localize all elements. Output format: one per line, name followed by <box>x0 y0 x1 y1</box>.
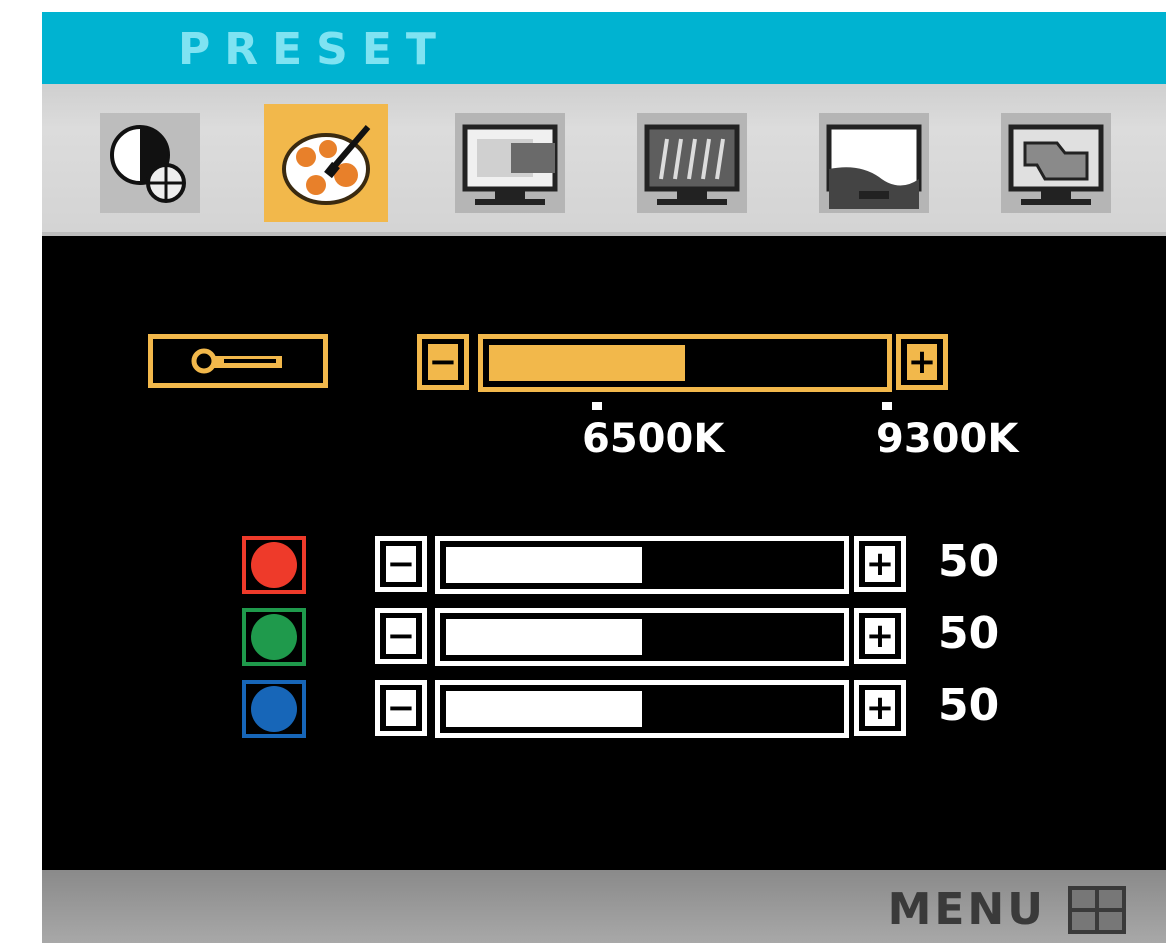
page-title: PRESET <box>178 24 450 75</box>
red-slider-fill <box>446 547 642 583</box>
key-icon <box>191 348 282 374</box>
green-increase-button[interactable]: + <box>854 608 906 664</box>
color-temp-decrease-button[interactable]: − <box>417 334 469 390</box>
menu-button-icon[interactable] <box>1068 886 1126 934</box>
tab-tracking[interactable] <box>630 104 754 222</box>
tab-bar <box>42 84 1166 236</box>
red-dot-icon <box>251 542 297 588</box>
red-swatch <box>242 536 306 594</box>
color-temp-label <box>148 334 328 388</box>
color-palette-icon <box>282 125 371 205</box>
color-temp-slider[interactable] <box>478 334 892 392</box>
red-value: 50 <box>938 536 1000 587</box>
green-dot-icon <box>251 614 297 660</box>
monitor-position-icon <box>455 113 565 213</box>
menu-label: MENU <box>887 884 1046 935</box>
green-slider-fill <box>446 619 642 655</box>
blue-slider[interactable] <box>435 680 849 738</box>
red-decrease-button[interactable]: − <box>375 536 427 592</box>
tab-picture[interactable] <box>88 104 212 222</box>
blue-decrease-button[interactable]: − <box>375 680 427 736</box>
monitor-tracking-icon <box>637 113 747 213</box>
green-slider[interactable] <box>435 608 849 666</box>
tick-mark-6500k <box>592 402 602 410</box>
green-decrease-button[interactable]: − <box>375 608 427 664</box>
title-bar: PRESET <box>42 12 1166 84</box>
tab-position[interactable] <box>448 104 572 222</box>
color-temp-slider-fill <box>489 345 685 381</box>
tick-label-6500k: 6500K <box>582 416 725 462</box>
osd-window: PRESET − + 6500K 9300K − + 50 − + 50 − +… <box>42 12 1166 943</box>
blue-slider-fill <box>446 691 642 727</box>
footer-bar: MENU <box>42 870 1166 943</box>
blue-swatch <box>242 680 306 738</box>
blue-dot-icon <box>251 686 297 732</box>
green-value: 50 <box>938 608 1000 659</box>
tick-label-9300k: 9300K <box>876 416 1019 462</box>
blue-value: 50 <box>938 680 1000 731</box>
tick-mark-9300k <box>882 402 892 410</box>
red-slider[interactable] <box>435 536 849 594</box>
blue-increase-button[interactable]: + <box>854 680 906 736</box>
brightness-contrast-icon <box>100 113 200 213</box>
monitor-setup-icon <box>819 113 929 213</box>
tab-setup[interactable] <box>812 104 936 222</box>
monitor-special-icon <box>1001 113 1111 213</box>
green-swatch <box>242 608 306 666</box>
settings-panel: − + 6500K 9300K − + 50 − + 50 − + 50 <box>42 236 1166 870</box>
tab-special[interactable] <box>994 104 1118 222</box>
tab-color[interactable] <box>264 104 388 222</box>
color-temp-increase-button[interactable]: + <box>896 334 948 390</box>
red-increase-button[interactable]: + <box>854 536 906 592</box>
